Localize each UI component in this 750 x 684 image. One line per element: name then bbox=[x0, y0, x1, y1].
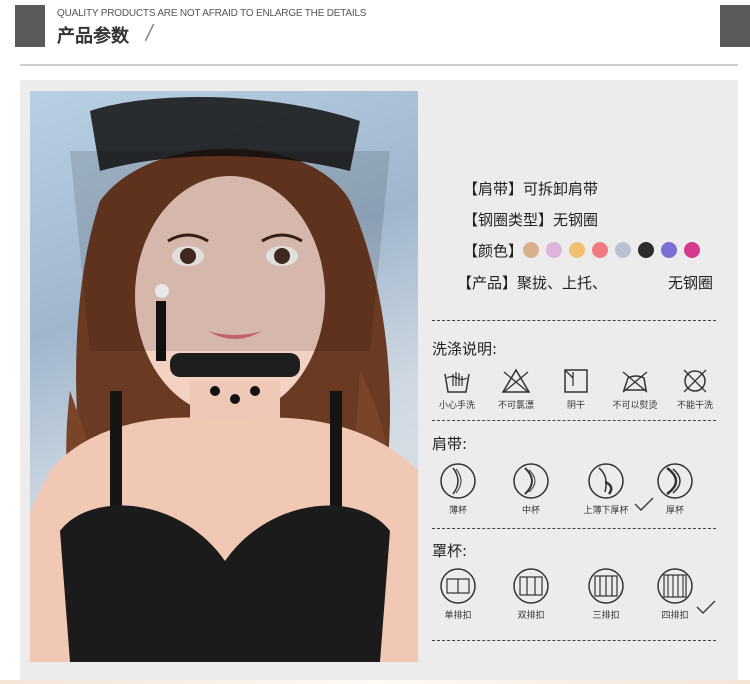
care-label: 不可以熨烫 bbox=[612, 401, 658, 411]
spec-product-extra: 无钢圈 bbox=[668, 274, 714, 292]
page-title: 产品参数 bbox=[57, 26, 129, 47]
color-swatch-1[interactable] bbox=[523, 242, 539, 258]
care-no-dry-clean: 不能干洗 bbox=[665, 368, 725, 411]
care-title: 洗涤说明: bbox=[432, 340, 498, 358]
spec-strap: 【肩带】可拆卸肩带 bbox=[463, 180, 599, 198]
single-hook-icon bbox=[440, 568, 476, 604]
color-swatch-7[interactable] bbox=[661, 242, 677, 258]
header-subtitle: QUALITY PRODUCTS ARE NOT AFRAID TO ENLAR… bbox=[57, 8, 367, 19]
strap-section-title: 肩带: bbox=[432, 435, 468, 453]
triple-hook-icon bbox=[588, 568, 624, 604]
care-hand-wash: 小心手洗 bbox=[427, 368, 487, 411]
double-hook-icon bbox=[513, 568, 549, 604]
color-swatch-5[interactable] bbox=[615, 242, 631, 258]
spec-color-label: 【颜色】 bbox=[463, 242, 524, 260]
strap-label: 厚杯 bbox=[665, 506, 684, 516]
product-photo bbox=[30, 91, 418, 662]
color-swatch-4[interactable] bbox=[592, 242, 608, 258]
header-right-block bbox=[720, 5, 750, 47]
care-label: 不能干洗 bbox=[676, 401, 713, 411]
spec-product: 【产品】聚拢、上托、 bbox=[457, 274, 608, 292]
care-shade-dry: 阴干 bbox=[546, 368, 606, 411]
divider-3 bbox=[432, 528, 716, 529]
quad-hook-icon bbox=[657, 568, 693, 604]
divider-1 bbox=[432, 320, 716, 321]
care-no-iron: 不可以熨烫 bbox=[605, 368, 665, 411]
color-swatch-2[interactable] bbox=[546, 242, 562, 258]
cup-thin-icon bbox=[440, 463, 476, 499]
model-illustration bbox=[30, 97, 418, 662]
care-no-bleach: 不可氯漂 bbox=[486, 368, 546, 411]
care-label: 小心手洗 bbox=[438, 401, 475, 411]
color-swatch-3[interactable] bbox=[569, 242, 585, 258]
no-dry-clean-icon bbox=[683, 369, 707, 393]
no-bleach-icon bbox=[501, 368, 531, 393]
shade-dry-icon bbox=[564, 369, 588, 393]
care-label: 阴干 bbox=[566, 401, 585, 411]
header-divider bbox=[20, 64, 738, 66]
no-iron-icon bbox=[622, 371, 648, 393]
cup-graded-icon bbox=[588, 463, 624, 499]
hand-wash-icon bbox=[444, 372, 470, 393]
spec-wire: 【钢圈类型】无钢圈 bbox=[463, 211, 599, 229]
cup-section-title: 罩杯: bbox=[432, 542, 468, 560]
cup-thick: 厚杯 bbox=[625, 462, 725, 516]
color-swatch-8[interactable] bbox=[684, 242, 700, 258]
color-swatch-6[interactable] bbox=[638, 242, 654, 258]
divider-2 bbox=[432, 420, 716, 421]
cup-thick-icon bbox=[657, 463, 693, 499]
checkmark-icon bbox=[696, 600, 716, 614]
care-label: 不可氯漂 bbox=[497, 401, 534, 411]
header-left-block bbox=[15, 5, 45, 47]
title-slash: / bbox=[146, 20, 153, 44]
cup-medium-icon bbox=[513, 463, 549, 499]
bottom-border bbox=[0, 680, 750, 684]
divider-4 bbox=[432, 640, 716, 641]
